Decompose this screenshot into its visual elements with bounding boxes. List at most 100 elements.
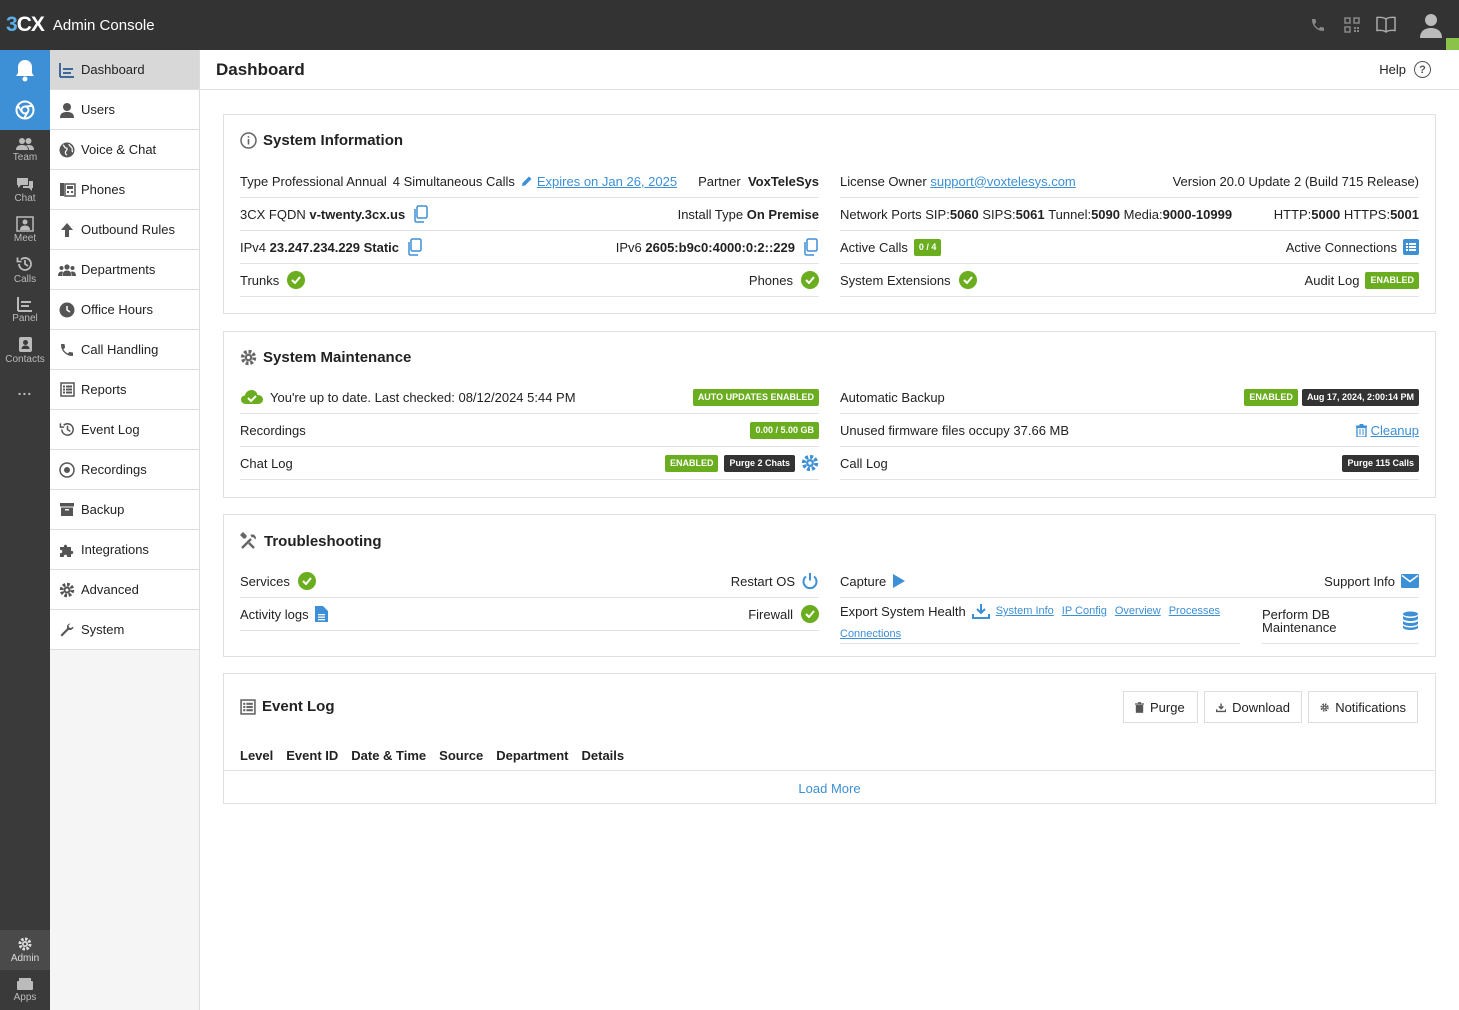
- chat-log-label: Chat Log: [240, 455, 293, 471]
- media-label: Media:: [1123, 206, 1163, 222]
- column-header-date-time[interactable]: Date & Time: [351, 748, 426, 763]
- rail-panel[interactable]: Panel: [0, 290, 50, 330]
- system-info-link[interactable]: System Info: [996, 605, 1054, 617]
- purge-chats-button[interactable]: Purge 2 Chats: [724, 454, 795, 472]
- license-owner-email[interactable]: support@voxtelesys.com: [930, 174, 1075, 189]
- rail-contacts[interactable]: Contacts: [0, 330, 50, 370]
- system-maintenance-card: System Maintenance You're up to date. La…: [223, 331, 1436, 498]
- audit-log-badge[interactable]: ENABLED: [1365, 271, 1419, 289]
- chrome-icon: [15, 100, 35, 119]
- activity-logs-label: Activity logs: [240, 606, 309, 622]
- card-title: System Information: [240, 132, 403, 149]
- rail-label: Team: [12, 152, 38, 163]
- column-header-source[interactable]: Source: [439, 748, 483, 763]
- sip-label: SIP:: [925, 206, 950, 222]
- rail-meet[interactable]: Meet: [0, 210, 50, 250]
- nav-item-system[interactable]: System: [50, 610, 199, 650]
- document-icon[interactable]: [314, 606, 328, 622]
- card-title: Event Log: [240, 698, 335, 715]
- auto-updates-badge[interactable]: AUTO UPDATES ENABLED: [692, 388, 819, 406]
- fqdn-value: v-twenty.3cx.us: [309, 206, 406, 222]
- services-row: Services Restart OS: [240, 565, 819, 598]
- nav-item-users[interactable]: Users: [50, 90, 199, 130]
- load-more-button[interactable]: Load More: [224, 772, 1435, 804]
- simultaneous-calls: 4 Simultaneous Calls: [392, 173, 515, 189]
- arrow-up-icon: [58, 221, 76, 239]
- column-header-department[interactable]: Department: [496, 748, 568, 763]
- download-button[interactable]: Download: [1204, 691, 1302, 723]
- ipv6-label: IPv6: [615, 239, 642, 255]
- power-icon[interactable]: [801, 572, 819, 590]
- sips-label: SIPS:: [982, 206, 1016, 222]
- chat-log-badge[interactable]: ENABLED: [664, 454, 719, 472]
- page-header: Dashboard: [200, 50, 1459, 90]
- rail-team[interactable]: Team: [0, 130, 50, 170]
- connections-link[interactable]: Connections: [840, 628, 901, 640]
- apps-icon: [17, 978, 33, 990]
- nav-item-reports[interactable]: Reports: [50, 370, 199, 410]
- trash-icon: [1135, 701, 1144, 713]
- copy-icon[interactable]: [801, 238, 819, 256]
- processes-link[interactable]: Processes: [1169, 605, 1220, 617]
- nav-item-call-handling[interactable]: Call Handling: [50, 330, 199, 370]
- license-owner-row: License Owner support@voxtelesys.com Ver…: [840, 165, 1419, 198]
- list-icon[interactable]: [1403, 239, 1419, 255]
- 3cx-logo[interactable]: 3CX: [6, 13, 45, 37]
- copy-icon[interactable]: [405, 238, 423, 256]
- pencil-icon[interactable]: [521, 175, 533, 187]
- notifications-button[interactable]: Notifications: [1308, 691, 1418, 723]
- rail-label: Apps: [13, 992, 37, 1003]
- rail-calls[interactable]: Calls: [0, 250, 50, 290]
- nav-item-advanced[interactable]: Advanced: [50, 570, 199, 610]
- column-header-event-id[interactable]: Event ID: [286, 748, 338, 763]
- backup-status-badge[interactable]: ENABLED: [1244, 388, 1298, 406]
- nav-item-departments[interactable]: Departments: [50, 250, 199, 290]
- settings-gear-icon[interactable]: [801, 454, 819, 472]
- rail-apps[interactable]: Apps: [0, 970, 50, 1010]
- help-button[interactable]: Help ?: [1379, 61, 1431, 78]
- purge-calls-button[interactable]: Purge 115 Calls: [1342, 454, 1419, 472]
- book-icon[interactable]: [1369, 0, 1403, 50]
- card-title-text: System Information: [263, 132, 404, 149]
- check-icon: [958, 271, 977, 289]
- download-icon[interactable]: [971, 603, 990, 619]
- trash-icon[interactable]: [1355, 423, 1367, 437]
- nav-label: Users: [81, 102, 115, 117]
- nav-item-outbound-rules[interactable]: Outbound Rules: [50, 210, 199, 250]
- rail-chat[interactable]: Chat: [0, 170, 50, 210]
- nav-item-integrations[interactable]: Integrations: [50, 530, 199, 570]
- rail-more[interactable]: ...: [0, 370, 50, 410]
- rail-chrome[interactable]: [0, 90, 50, 130]
- rail-notifications[interactable]: [0, 50, 50, 90]
- database-icon[interactable]: [1402, 611, 1419, 630]
- rail-admin[interactable]: Admin: [0, 930, 50, 970]
- phone-icon[interactable]: [1301, 0, 1335, 50]
- overview-link[interactable]: Overview: [1115, 605, 1161, 617]
- cleanup-link[interactable]: Cleanup: [1371, 423, 1419, 438]
- ipv4-label: IPv4: [240, 239, 267, 255]
- play-icon[interactable]: [892, 573, 906, 589]
- nav-item-phones[interactable]: Phones: [50, 170, 199, 210]
- nav-label: Advanced: [81, 582, 139, 597]
- purge-button[interactable]: Purge: [1123, 691, 1198, 723]
- qr-code-icon[interactable]: [1335, 0, 1369, 50]
- column-header-level[interactable]: Level: [240, 748, 273, 763]
- archive-icon: [58, 501, 76, 519]
- active-connections-label: Active Connections: [1285, 239, 1397, 255]
- update-row: You're up to date. Last checked: 08/12/2…: [240, 381, 819, 414]
- nav-item-event-log[interactable]: Event Log: [50, 410, 199, 450]
- nav-item-recordings[interactable]: Recordings: [50, 450, 199, 490]
- nav-label: Call Handling: [81, 342, 159, 357]
- copy-icon[interactable]: [411, 205, 429, 223]
- nav-item-voice-chat[interactable]: Voice & Chat: [50, 130, 199, 170]
- nav-label: Reports: [81, 382, 127, 397]
- nav-item-backup[interactable]: Backup: [50, 490, 199, 530]
- ip-config-link[interactable]: IP Config: [1062, 605, 1107, 617]
- column-header-details[interactable]: Details: [582, 748, 625, 763]
- nav-item-office-hours[interactable]: Office Hours: [50, 290, 199, 330]
- envelope-icon[interactable]: [1401, 574, 1419, 588]
- nav-item-dashboard[interactable]: Dashboard: [50, 50, 199, 90]
- expires-link[interactable]: Expires on Jan 26, 2025: [537, 174, 677, 189]
- rail-label: Meet: [13, 233, 37, 244]
- panel-icon: [17, 297, 32, 312]
